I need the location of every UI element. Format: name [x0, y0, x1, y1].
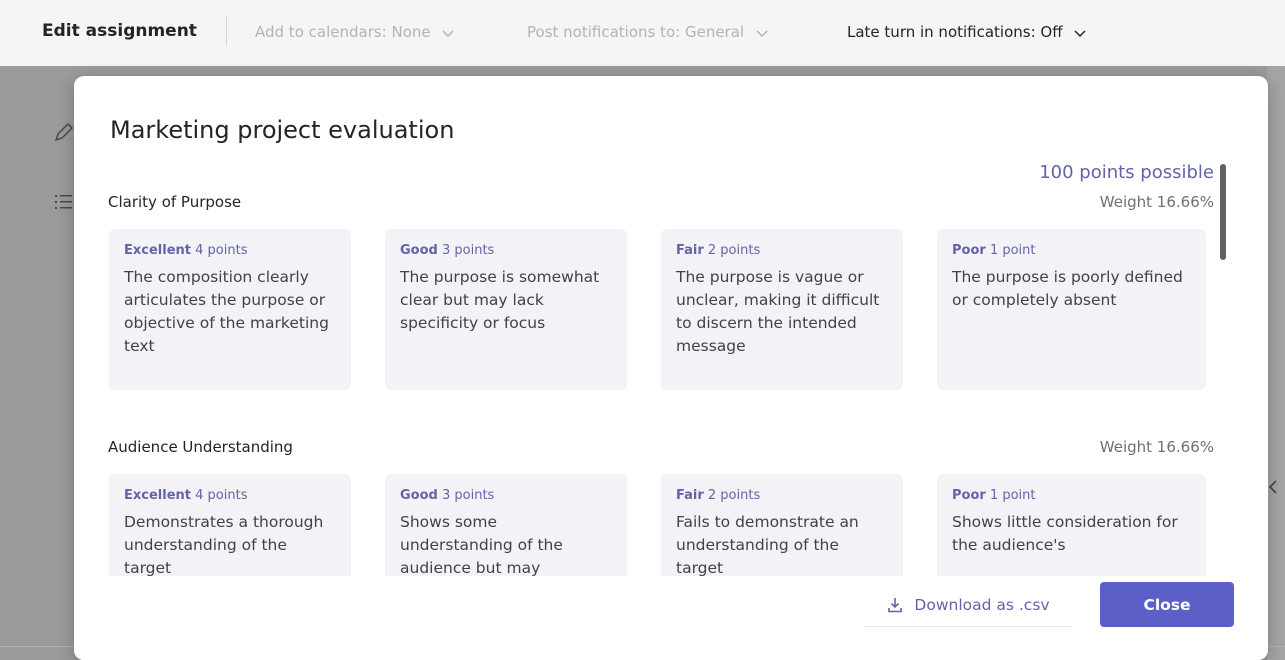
level-description: Fails to demonstrate an understanding of…	[676, 513, 859, 577]
rubric-dialog: Marketing project evaluation 100 points …	[74, 76, 1268, 660]
level-name: Good	[400, 243, 438, 258]
level-header: Excellent 4 points	[124, 243, 337, 258]
rubric-level-card: Poor 1 point The purpose is poorly defin…	[937, 229, 1206, 390]
level-name: Excellent	[124, 243, 191, 258]
level-header: Good 3 points	[400, 488, 613, 503]
toolbar-divider	[226, 16, 227, 46]
criterion-weight: Weight 16.66%	[1099, 438, 1214, 456]
assignment-toolbar: Edit assignment Add to calendars: None P…	[0, 0, 1285, 67]
download-csv-label: Download as .csv	[914, 596, 1050, 614]
level-header: Poor 1 point	[952, 488, 1192, 503]
level-header: Fair 2 points	[676, 488, 889, 503]
level-points: 4 points	[195, 488, 248, 503]
post-notifications-dropdown[interactable]: Post notifications to: General	[527, 23, 769, 41]
level-points: 3 points	[441, 488, 495, 503]
level-name: Good	[400, 488, 438, 503]
toolbar-title: Edit assignment	[42, 21, 197, 41]
close-button[interactable]: Close	[1100, 582, 1234, 627]
level-points: 4 points	[195, 243, 248, 258]
level-description: The purpose is poorly defined or complet…	[952, 268, 1183, 309]
rubric-level-card: Good 3 points The purpose is somewhat cl…	[385, 229, 627, 390]
criterion-name: Audience Understanding	[108, 438, 293, 456]
download-icon	[888, 598, 903, 613]
level-description: The composition clearly articulates the …	[124, 268, 329, 355]
list-icon	[55, 195, 72, 209]
dialog-title: Marketing project evaluation	[110, 116, 455, 144]
level-points: 1 point	[989, 488, 1036, 503]
dialog-footer	[74, 576, 1268, 660]
late-turn-in-dropdown[interactable]: Late turn in notifications: Off	[847, 23, 1087, 41]
level-description: The purpose is vague or unclear, making …	[676, 268, 880, 355]
level-points: 3 points	[441, 243, 495, 258]
level-description: Shows some understanding of the audience…	[400, 513, 563, 577]
late-turn-in-label: Late turn in notifications: Off	[847, 23, 1063, 41]
level-points: 1 point	[989, 243, 1036, 258]
rubric-level-card: Excellent 4 points The composition clear…	[109, 229, 351, 390]
background-panel-edge	[1267, 66, 1285, 660]
rubric-level-card: Fair 2 points The purpose is vague or un…	[661, 229, 903, 390]
level-header: Fair 2 points	[676, 243, 889, 258]
criterion-weight: Weight 16.66%	[1099, 193, 1214, 211]
scrollbar-thumb[interactable]	[1220, 164, 1226, 260]
pencil-icon	[54, 122, 74, 142]
level-description: Shows little consideration for the audie…	[952, 513, 1178, 554]
close-button-label: Close	[1143, 595, 1191, 614]
criterion-name: Clarity of Purpose	[108, 193, 242, 211]
download-csv-button[interactable]: Download as .csv	[864, 584, 1072, 627]
chevron-down-icon	[1074, 29, 1086, 37]
add-to-calendars-dropdown[interactable]: Add to calendars: None	[255, 23, 455, 41]
points-possible: 100 points possible	[1039, 162, 1214, 183]
chevron-down-icon	[442, 29, 454, 37]
level-name: Excellent	[124, 488, 191, 503]
level-name: Poor	[952, 488, 986, 503]
post-notifications-label: Post notifications to: General	[527, 23, 745, 41]
level-name: Fair	[676, 488, 704, 503]
level-description: Demonstrates a thorough understanding of…	[124, 513, 324, 577]
chevron-down-icon	[756, 29, 768, 37]
level-header: Good 3 points	[400, 243, 613, 258]
level-points: 2 points	[707, 243, 761, 258]
level-name: Fair	[676, 243, 704, 258]
chevron-left-icon	[1268, 480, 1277, 494]
level-name: Poor	[952, 243, 986, 258]
add-to-calendars-label: Add to calendars: None	[255, 23, 431, 41]
level-header: Excellent 4 points	[124, 488, 337, 503]
level-description: The purpose is somewhat clear but may la…	[400, 268, 600, 332]
level-header: Poor 1 point	[952, 243, 1192, 258]
level-points: 2 points	[707, 488, 761, 503]
